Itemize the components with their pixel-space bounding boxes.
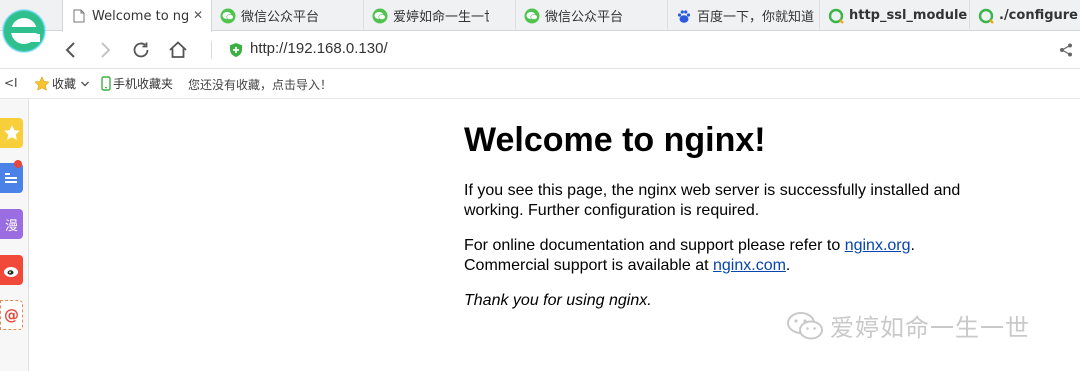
search-result-icon [978,8,994,24]
reload-icon [133,42,149,58]
browser-logo-icon[interactable] [0,0,52,66]
commercial-punct: . [785,257,791,274]
tab-label: Welcome to nginx! [92,8,188,24]
tab-label: 百度一下，你就知道 [697,10,815,25]
notification-dot [14,160,22,168]
reload-button[interactable] [128,38,154,62]
home-button[interactable] [165,38,191,62]
back-button[interactable] [58,38,84,62]
intro-paragraph: If you see this page, the nginx web serv… [464,182,961,219]
news-icon[interactable] [0,160,23,193]
close-icon[interactable]: ✕ [191,8,205,22]
nginx-com-link[interactable]: nginx.com [713,257,786,274]
watermark: 爱婷如命一生一世 [786,308,1030,343]
watermark-text: 爱婷如命一生一世 [830,314,1030,342]
chevron-down-icon [81,81,90,86]
address-bar: http://192.168.0.130/ [0,31,1080,69]
weibo-icon[interactable] [0,255,23,285]
tab-label: http_ssl_module [849,8,968,23]
page-content: Welcome to nginx! If you see this page, … [464,120,1004,326]
docs-punct: . [910,237,915,254]
tab-label: 爱婷如命一生一世 [393,10,489,25]
at-symbol: @ [4,306,19,324]
bookmarks-bar: <I 收藏 手机收藏夹 您还没有收藏，点击导入！ [0,69,1080,99]
search-result-icon [828,8,844,24]
nginx-org-link[interactable]: nginx.org [845,237,911,254]
mail-icon[interactable]: @ [0,300,23,330]
page-heading: Welcome to nginx! [464,121,766,159]
tab-configure[interactable]: ./configure \ [970,0,1080,31]
phone-icon [101,76,111,91]
collapse-sidebar-button[interactable]: <I [4,76,18,90]
chevron-right-icon [101,42,111,58]
page-icon [71,8,87,24]
docs-text: For online documentation and support ple… [464,237,845,254]
star-icon [34,75,50,91]
wechat-icon [524,8,540,24]
forward-button[interactable] [92,38,118,62]
tab-wechat-mp-2[interactable]: 微信公众平台 [516,0,668,31]
tab-http-ssl-module[interactable]: http_ssl_module [820,0,970,31]
comic-glyph: 漫 [4,218,18,234]
chevron-left-icon [65,42,75,58]
wechat-icon [372,8,388,24]
tab-nginx-welcome[interactable]: Welcome to nginx! ✕ [62,0,212,32]
favorites-menu-button[interactable]: 收藏 [34,75,90,92]
home-icon [169,41,187,58]
favorites-label: 收藏 [52,77,77,91]
mobile-favorites-button[interactable]: 手机收藏夹 [101,75,173,92]
tab-strip: Welcome to nginx! ✕ 微信公众平台 爱婷如命一生一世 微信公众… [0,0,1080,53]
address-divider [211,41,212,59]
import-bookmarks-link[interactable]: 您还没有收藏，点击导入！ [188,76,332,93]
tab-wechat-mp[interactable]: 微信公众平台 [212,0,364,31]
url-field[interactable]: http://192.168.0.130/ [250,40,388,57]
docs-paragraph: For online documentation and support ple… [464,236,1004,276]
favorites-icon[interactable] [0,118,23,148]
comic-icon[interactable]: 漫 [0,209,23,239]
wechat-icon [220,8,236,24]
wechat-logo-icon [787,311,823,339]
mobile-favorites-label: 手机收藏夹 [113,77,174,91]
commercial-text: Commercial support is available at [464,257,713,274]
tab-label: 微信公众平台 [545,10,624,25]
side-toolbar: 漫 @ [0,99,29,371]
tab-aiting[interactable]: 爱婷如命一生一世 [364,0,516,31]
shield-check-icon[interactable] [228,42,244,58]
tab-label: ./configure \ [999,8,1080,23]
tab-baidu[interactable]: 百度一下，你就知道 [668,0,820,31]
share-icon[interactable] [1058,42,1074,58]
tab-label: 微信公众平台 [241,10,320,25]
baidu-icon [676,8,692,24]
